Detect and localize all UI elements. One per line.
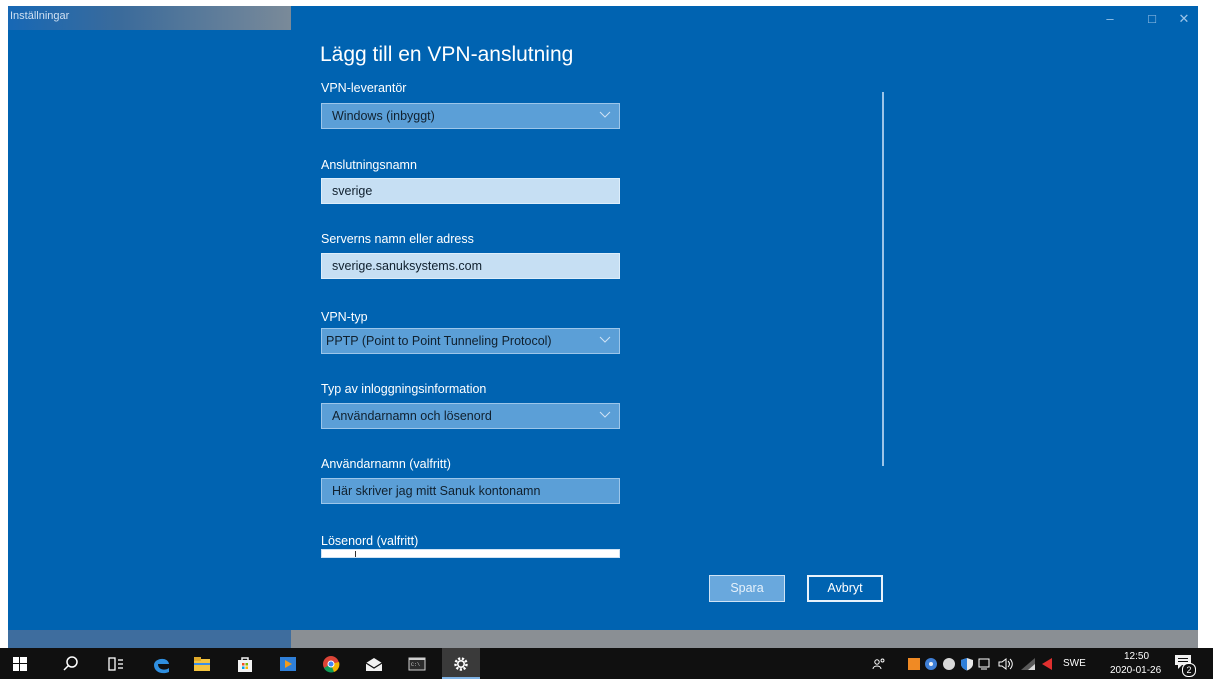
server-input[interactable]: sverige.sanuksystems.com [321,253,620,279]
settings-taskbar-button[interactable] [442,648,480,679]
file-explorer-icon[interactable] [193,655,211,673]
signin-type-label: Typ av inloggningsinformation [321,382,487,396]
username-input[interactable]: Här skriver jag mitt Sanuk kontonamn [321,478,620,504]
chevron-down-icon [599,336,611,343]
title-bar [291,6,1198,20]
signin-type-dropdown[interactable]: Användarnamn och lösenord [321,403,620,429]
wifi-icon[interactable] [1020,657,1036,671]
command-prompt-icon[interactable]: C:\ [408,655,426,673]
vpn-provider-value: Windows (inbyggt) [332,109,435,123]
settings-window: – □ ✕ [8,6,1198,630]
start-windows-icon[interactable] [13,657,27,671]
security-shield-icon[interactable] [960,657,974,671]
title-bar-caption: Inställningar [8,6,291,30]
store-icon[interactable] [236,655,254,673]
text-caret [355,551,356,557]
language-indicator[interactable]: SWE [1063,658,1086,669]
notification-badge: 2 [1182,663,1196,677]
server-value: sverige.sanuksystems.com [332,259,483,273]
action-center-button[interactable]: 2 [1174,654,1196,677]
cancel-button[interactable]: Avbryt [807,575,883,602]
desktop-edge [1198,0,1213,648]
network-app-icon[interactable] [924,657,938,671]
vpn-type-dropdown[interactable]: PPTP (Point to Point Tunneling Protocol) [321,328,620,354]
status-circle-icon[interactable] [942,657,956,671]
password-label: Lösenord (valfritt) [321,534,419,548]
vpn-provider-dropdown[interactable]: Windows (inbyggt) [321,103,620,129]
connection-name-value: sverige [332,184,373,198]
password-input[interactable] [321,549,620,558]
speaker-alert-icon[interactable] [1040,657,1054,671]
username-value: Här skriver jag mitt Sanuk kontonamn [332,484,541,498]
scrollbar[interactable] [882,92,884,466]
media-player-icon[interactable] [279,655,297,673]
taskbar: C:\ SWE 12:50 2020-01-26 2 [0,648,1213,679]
people-icon[interactable] [872,657,886,671]
chevron-down-icon [599,111,611,118]
network-icon[interactable] [978,657,994,671]
connection-name-input[interactable]: sverige [321,178,620,204]
chevron-down-icon [599,411,611,418]
mail-icon[interactable] [365,655,383,673]
edge-browser-icon[interactable] [150,653,172,675]
gear-icon [454,657,468,671]
window-bottom-edge [8,630,291,648]
minimize-button[interactable]: – [1092,6,1128,28]
clock-time[interactable]: 12:50 [1124,651,1149,662]
save-button[interactable]: Spara [709,575,785,602]
app-tray-icon[interactable] [907,657,921,671]
page-title: Lägg till en VPN-anslutning [320,43,574,66]
window-bottom-edge [291,630,1198,648]
svg-text:C:\: C:\ [411,662,420,668]
chrome-icon[interactable] [322,655,340,673]
vpn-type-value: PPTP (Point to Point Tunneling Protocol) [326,334,552,348]
username-label: Användarnamn (valfritt) [321,457,451,471]
vpn-type-label: VPN-typ [321,310,368,324]
maximize-button[interactable]: □ [1134,6,1170,28]
connection-name-label: Anslutningsnamn [321,158,417,172]
close-button[interactable]: ✕ [1166,6,1202,28]
server-label: Serverns namn eller adress [321,232,474,246]
signin-type-value: Användarnamn och lösenord [332,409,492,423]
task-view-icon[interactable] [107,655,125,673]
volume-icon[interactable] [998,657,1014,671]
vpn-provider-label: VPN-leverantör [321,81,407,95]
window-title: Inställningar [10,10,70,22]
search-icon[interactable] [62,655,80,673]
clock-date[interactable]: 2020-01-26 [1110,665,1161,676]
